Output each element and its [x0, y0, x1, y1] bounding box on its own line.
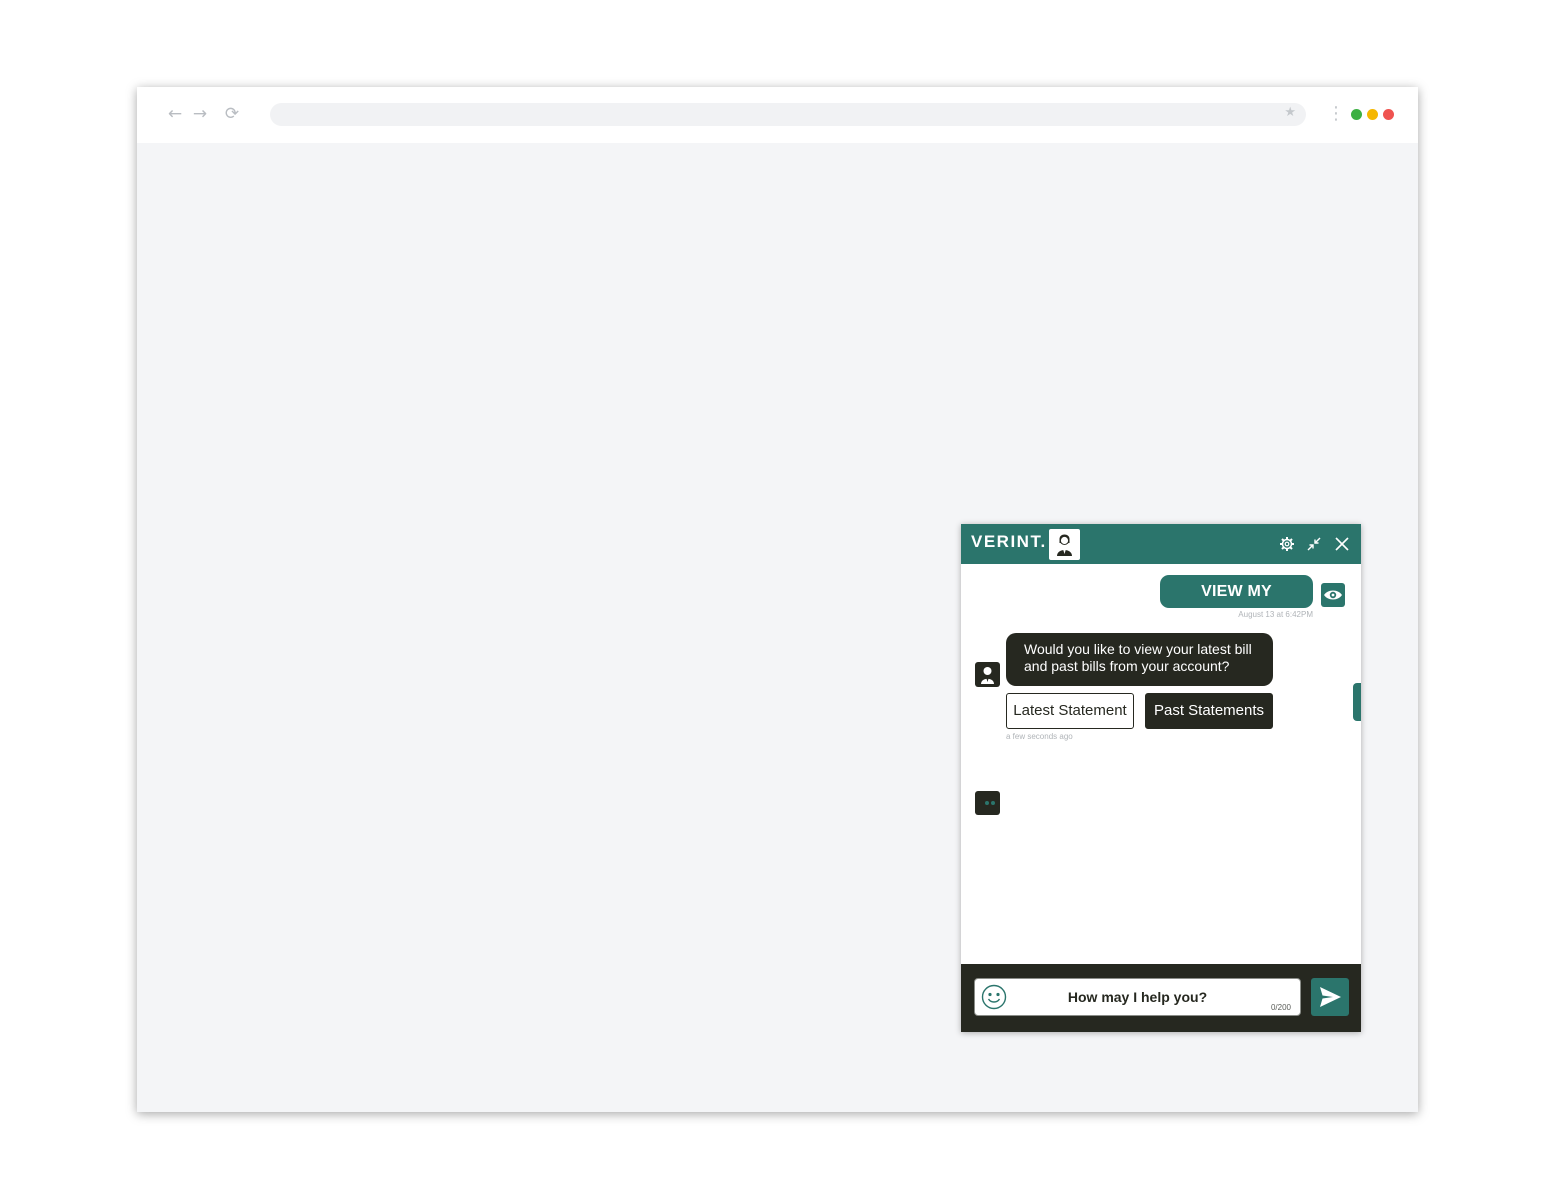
forward-arrow-icon[interactable]: →: [190, 104, 210, 124]
side-drawer-handle[interactable]: [1353, 683, 1361, 721]
reload-icon[interactable]: ⟳: [222, 104, 242, 124]
bot-avatar-icon: [975, 662, 1000, 687]
quick-reply-past-statements[interactable]: Past Statements: [1145, 693, 1273, 729]
chat-header: VERINT.: [961, 524, 1361, 564]
kebab-menu-icon[interactable]: ⋮: [1327, 103, 1345, 125]
message-input-box[interactable]: How may I help you? 0/200: [974, 978, 1301, 1016]
minimize-icon[interactable]: [1303, 533, 1325, 555]
send-button[interactable]: [1311, 978, 1349, 1016]
verint-logo: VERINT.: [971, 532, 1047, 551]
character-counter: 0/200: [1270, 1003, 1291, 1012]
browser-toolbar: ← → ⟳ ★ ⋮: [137, 87, 1418, 143]
address-bar[interactable]: ★: [270, 103, 1306, 126]
bot-message-timestamp: a few seconds ago: [1006, 732, 1073, 741]
smiley-icon[interactable]: [981, 984, 1007, 1010]
chat-transcript: VIEW MY STATEMENT August 13 at 6:42PM Wo…: [961, 564, 1361, 964]
bot-message-bubble: Would you like to view your latest bill …: [1006, 633, 1273, 686]
window-dot-red[interactable]: [1383, 109, 1394, 120]
back-arrow-icon[interactable]: ←: [165, 104, 185, 124]
user-message-timestamp: August 13 at 6:42PM: [1238, 610, 1313, 619]
agent-avatar-icon: [1049, 529, 1080, 560]
chat-widget: VERINT. VIEW MY STATEMENT August 13 at 6…: [961, 524, 1361, 1032]
window-dot-green[interactable]: [1351, 109, 1362, 120]
close-icon[interactable]: [1331, 533, 1353, 555]
chat-composer: How may I help you? 0/200: [961, 964, 1361, 1032]
gear-icon[interactable]: [1276, 533, 1298, 555]
typing-indicator-icon: [975, 791, 1000, 815]
star-icon[interactable]: ★: [1284, 105, 1296, 120]
window-dot-yellow[interactable]: [1367, 109, 1378, 120]
user-message-bubble: VIEW MY STATEMENT: [1160, 575, 1313, 633]
eye-icon: [1321, 583, 1345, 607]
message-input-placeholder[interactable]: How may I help you?: [1015, 979, 1260, 1015]
quick-reply-latest-statement[interactable]: Latest Statement: [1006, 693, 1134, 729]
send-icon: [1320, 987, 1341, 1007]
